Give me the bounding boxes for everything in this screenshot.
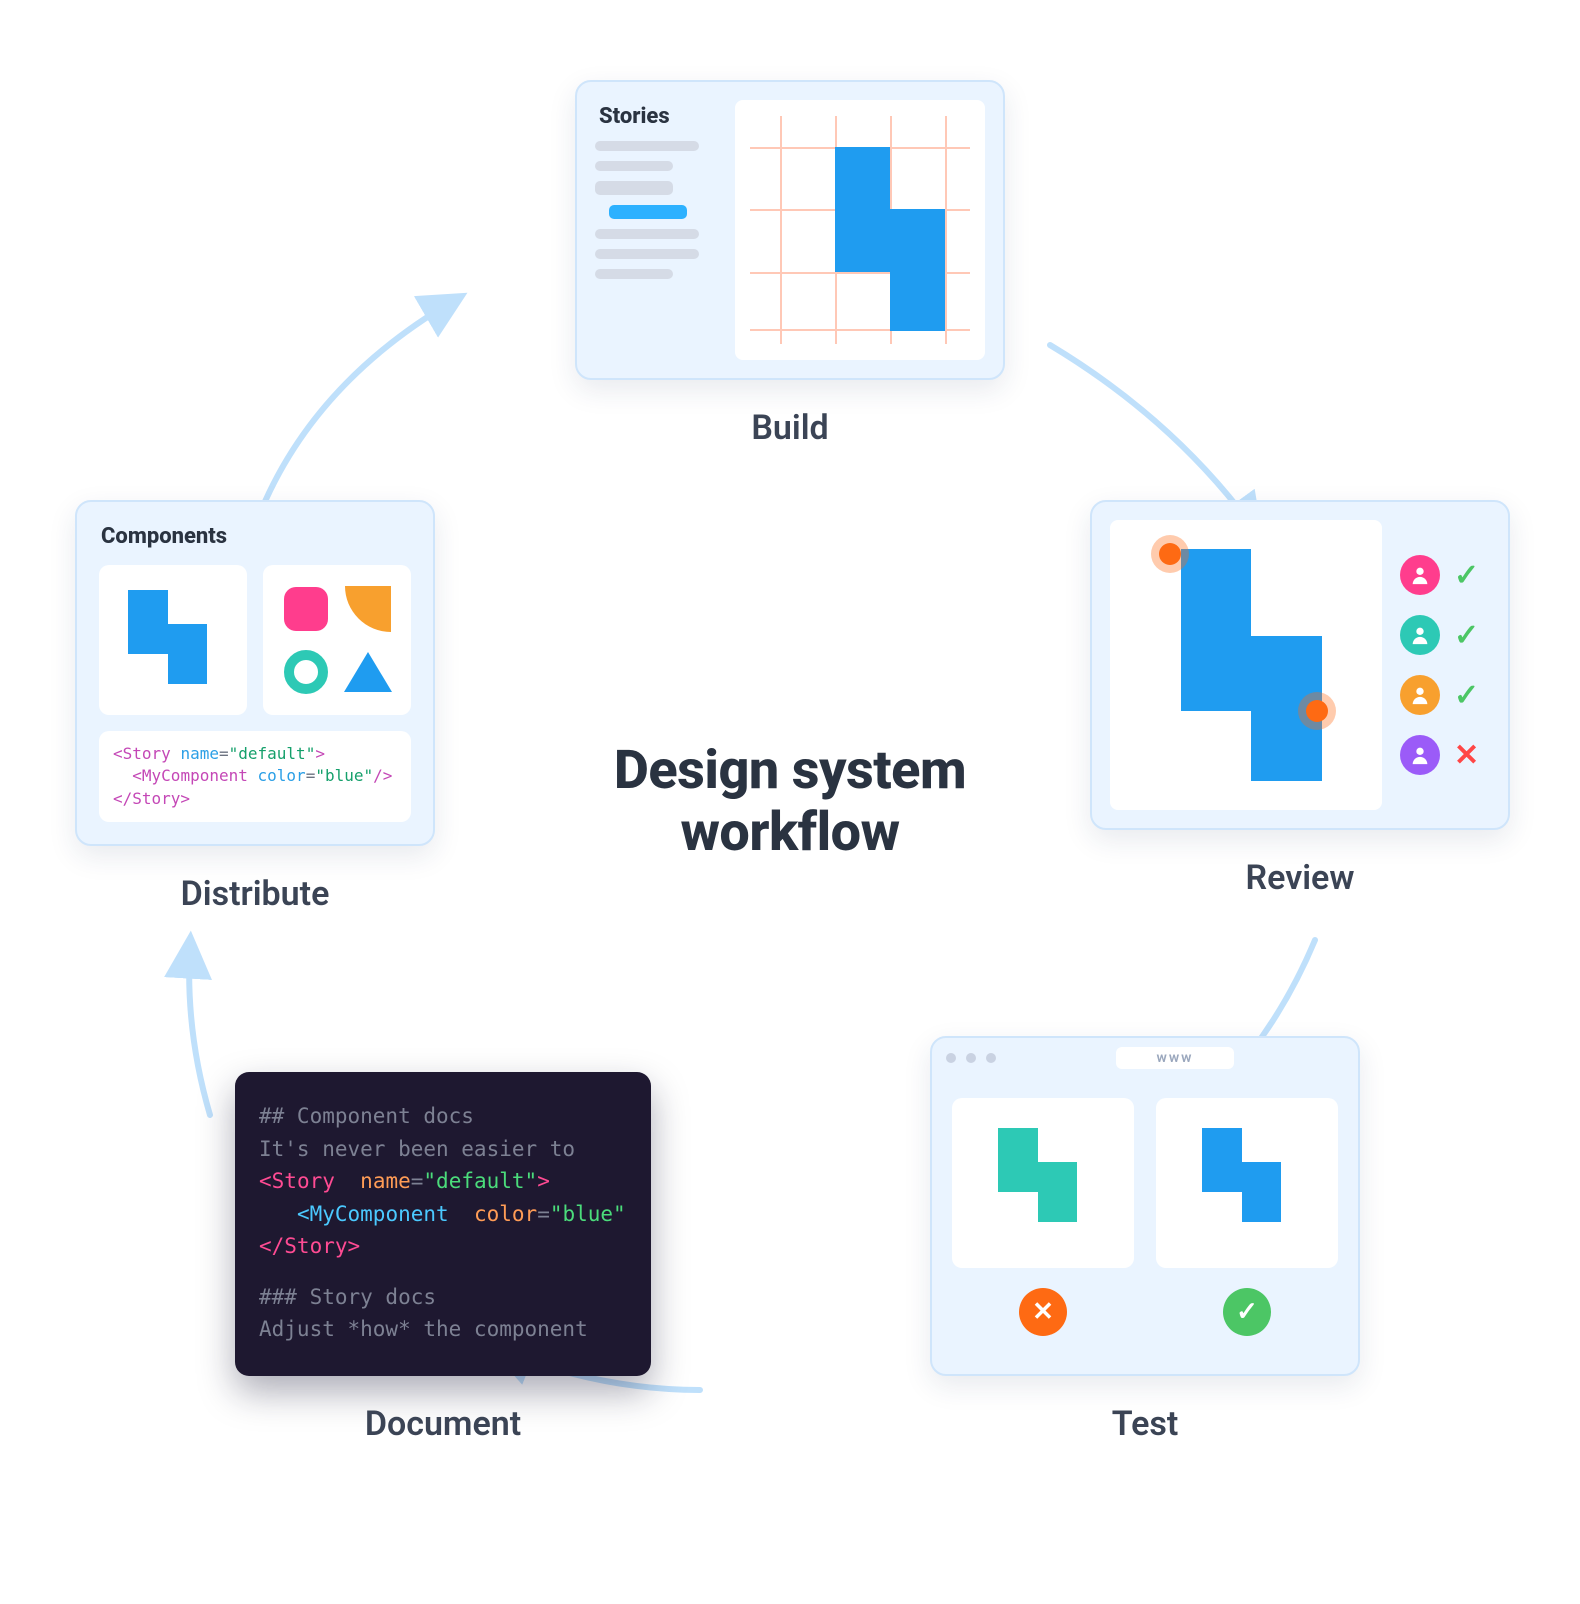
- reviewer-row: ✓: [1400, 555, 1490, 595]
- doc-heading-2: ### Story docs: [259, 1281, 627, 1314]
- reviewer-list: ✓ ✓ ✓ ✕: [1400, 520, 1490, 810]
- node-review: ✓ ✓ ✓ ✕ Review: [1090, 500, 1510, 898]
- review-label: Review: [1090, 858, 1510, 898]
- window-dot-icon: [986, 1053, 996, 1063]
- check-icon: ✓: [1454, 558, 1479, 593]
- test-label: Test: [930, 1404, 1360, 1444]
- node-test: www ✕: [930, 1036, 1360, 1444]
- build-panel: Stories: [575, 80, 1005, 380]
- variant-card: [952, 1098, 1134, 1268]
- avatar-icon: [1400, 615, 1440, 655]
- doc-heading: ## Component docs: [259, 1100, 627, 1133]
- build-label: Build: [575, 408, 1005, 448]
- skeleton-line: [595, 141, 699, 151]
- skeleton-line: [595, 249, 699, 259]
- node-document: ## Component docs It's never been easier…: [235, 1072, 651, 1444]
- build-sidebar-title: Stories: [599, 104, 725, 129]
- reviewer-row: ✕: [1400, 735, 1490, 775]
- component-shape-icon: [890, 209, 945, 331]
- build-canvas: [735, 100, 985, 360]
- distribute-heading: Components: [101, 524, 411, 549]
- doc-outro: Adjust *how* the component: [259, 1313, 627, 1346]
- ring-icon: [281, 646, 331, 697]
- skeleton-line: [595, 229, 699, 239]
- distribute-code-snippet: <Story name="default"> <MyComponent colo…: [99, 731, 411, 822]
- window-dot-icon: [946, 1053, 956, 1063]
- doc-code-line: </Story>: [259, 1230, 627, 1263]
- node-build: Stories: [575, 80, 1005, 448]
- review-canvas: [1110, 520, 1382, 810]
- quarter-circle-icon: [343, 583, 393, 634]
- distribute-label: Distribute: [75, 874, 435, 914]
- fail-icon: ✕: [1019, 1288, 1067, 1336]
- skeleton-line: [595, 181, 673, 195]
- check-icon: ✓: [1454, 678, 1479, 713]
- title-line-2: workflow: [680, 801, 899, 864]
- test-panel: www ✕: [930, 1036, 1360, 1376]
- review-marker-icon: [1159, 543, 1181, 565]
- build-sidebar: Stories: [595, 100, 725, 360]
- review-panel: ✓ ✓ ✓ ✕: [1090, 500, 1510, 830]
- browser-toolbar: www: [932, 1038, 1358, 1078]
- square-icon: [281, 583, 331, 634]
- skeleton-line: [595, 269, 673, 279]
- node-distribute: Components: [75, 500, 435, 914]
- window-dot-icon: [966, 1053, 976, 1063]
- title-line-1: Design system: [614, 739, 966, 802]
- test-variants: [932, 1078, 1358, 1288]
- check-icon: ✓: [1454, 618, 1479, 653]
- triangle-icon: [343, 646, 393, 697]
- avatar-icon: [1400, 675, 1440, 715]
- avatar-icon: [1400, 555, 1440, 595]
- review-marker-icon: [1306, 700, 1328, 722]
- skeleton-line-active: [609, 205, 687, 219]
- doc-code-line: <Story name="default">: [259, 1165, 627, 1198]
- diagram-title: Design system workflow: [614, 740, 966, 864]
- workflow-diagram: Design system workflow Stories: [0, 0, 1580, 1604]
- document-label: Document: [235, 1404, 651, 1444]
- avatar-icon: [1400, 735, 1440, 775]
- document-code-panel: ## Component docs It's never been easier…: [235, 1072, 651, 1376]
- pass-icon: ✓: [1223, 1288, 1271, 1336]
- doc-code-line: <MyComponent color="blue": [259, 1198, 627, 1231]
- distribute-panel: Components: [75, 500, 435, 846]
- component-card: [263, 565, 411, 715]
- skeleton-line: [595, 161, 673, 171]
- doc-intro: It's never been easier to: [259, 1133, 627, 1166]
- variant-card: [1156, 1098, 1338, 1268]
- reviewer-row: ✓: [1400, 675, 1490, 715]
- cross-icon: ✕: [1454, 738, 1479, 773]
- reviewer-row: ✓: [1400, 615, 1490, 655]
- address-bar: www: [1116, 1047, 1233, 1069]
- component-card: [99, 565, 247, 715]
